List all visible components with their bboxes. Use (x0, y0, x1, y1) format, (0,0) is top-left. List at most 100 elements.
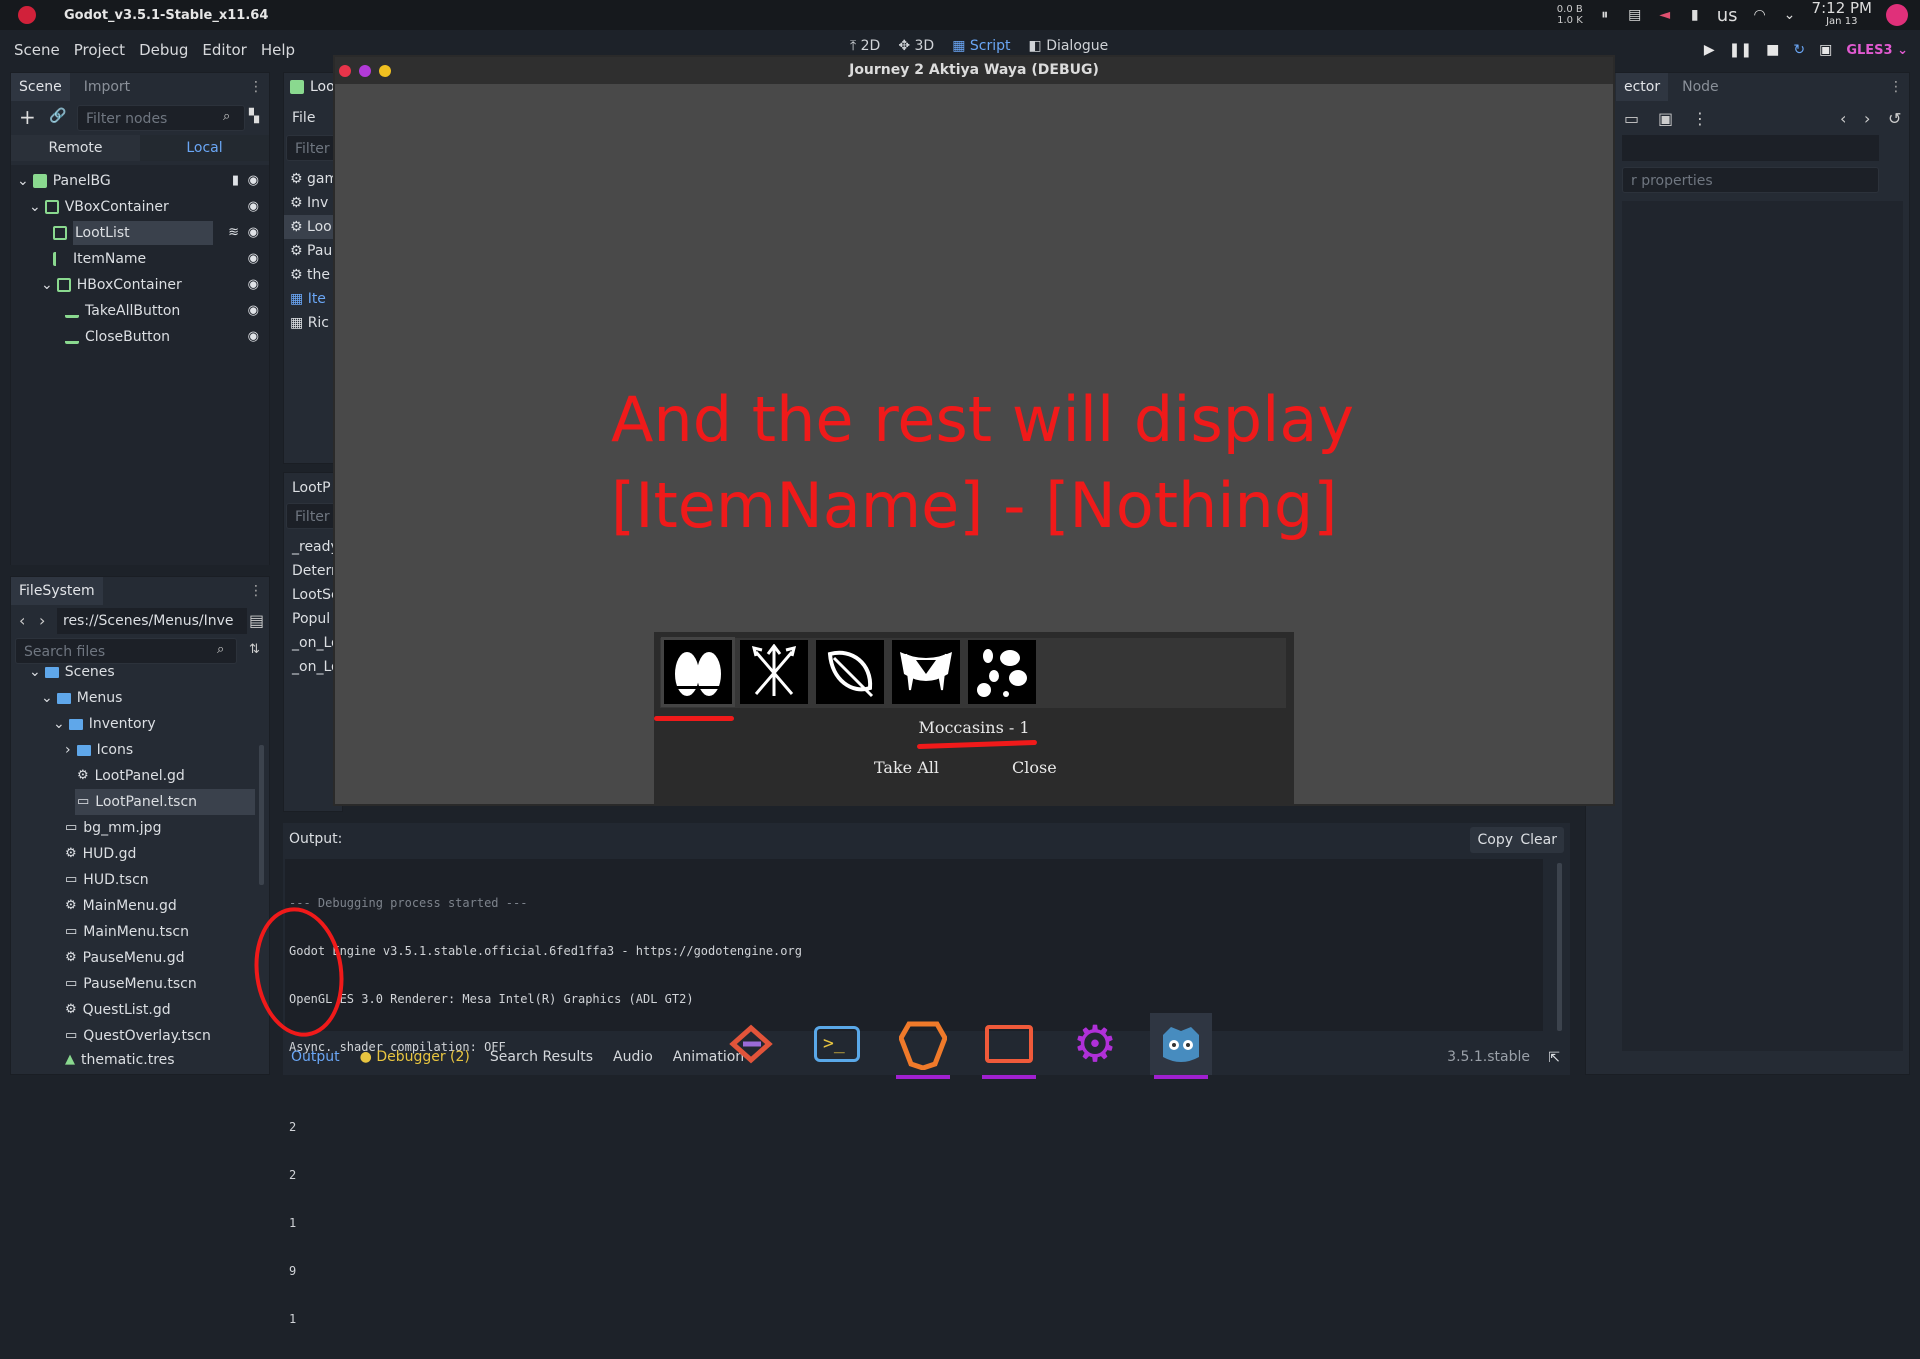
history-icon[interactable]: ↺ (1888, 109, 1901, 128)
tree-node-panelbg[interactable]: ⌄ PanelBG ▮ ◉ (11, 169, 269, 193)
dock-godot-icon[interactable] (1150, 1013, 1212, 1079)
menu-help[interactable]: Help (254, 41, 302, 59)
back-icon[interactable]: ‹ (19, 611, 25, 630)
clipboard-icon[interactable]: ▤ (1627, 7, 1643, 23)
split-view-icon[interactable]: ▤ (249, 611, 264, 630)
loot-slot-arrows[interactable] (740, 640, 808, 704)
tree-node-takeallbutton[interactable]: TakeAllButton ◉ (11, 299, 269, 323)
path-field[interactable]: res://Scenes/Menus/Inve (57, 608, 247, 634)
mode-dialogue[interactable]: ◧ Dialogue (1029, 38, 1109, 54)
back-icon[interactable]: ‹ (1840, 109, 1846, 128)
tree-node-hboxcontainer[interactable]: ⌄ HBoxContainer ◉ (11, 273, 269, 297)
tab-debugger[interactable]: ● Debugger (2) (360, 1049, 470, 1065)
visibility-eye-icon[interactable]: ◉ (248, 273, 259, 297)
file-questoverlay-tscn[interactable]: ▭ QuestOverlay.tscn (65, 1023, 211, 1049)
link-icon[interactable]: 🔗 (49, 108, 66, 124)
output-scrollbar[interactable] (1557, 863, 1562, 1031)
file-lootpanel-gd[interactable]: ⚙ LootPanel.gd (77, 763, 185, 789)
more-icon[interactable]: ⋮ (249, 79, 263, 95)
file-lootpanel-tscn[interactable]: ▭ LootPanel.tscn (75, 789, 255, 815)
file-mainmenu-tscn[interactable]: ▭ MainMenu.tscn (65, 919, 189, 945)
mode-script[interactable]: ▦ Script (952, 38, 1010, 54)
menu-debug[interactable]: Debug (132, 41, 195, 59)
script-icon[interactable]: ▮ (232, 169, 239, 193)
loot-slot-stones[interactable] (968, 640, 1036, 704)
close-button[interactable]: Close (1012, 758, 1057, 777)
file-mainmenu-gd[interactable]: ⚙ MainMenu.gd (65, 893, 177, 919)
tab-audio[interactable]: Audio (613, 1049, 653, 1065)
loot-slot-leaf[interactable] (816, 640, 884, 704)
folder-menus[interactable]: ⌄ Menus (41, 685, 122, 711)
object-path-field[interactable] (1622, 135, 1879, 161)
file-pausemenu-gd[interactable]: ⚙ PauseMenu.gd (65, 945, 185, 971)
maximize-window-button[interactable] (379, 65, 391, 77)
script-filter-input[interactable]: Filter (286, 135, 340, 161)
file-bg-mm-jpg[interactable]: ▭ bg_mm.jpg (65, 815, 161, 841)
chevron-down-icon[interactable]: ⌄ (1782, 7, 1798, 23)
tab-search-results[interactable]: Search Results (490, 1049, 593, 1065)
file-thematic-tres[interactable]: ▲ thematic.tres (65, 1047, 175, 1073)
script-add-icon[interactable]: ▚ (249, 109, 259, 124)
mode-3d[interactable]: ✥ 3D (898, 38, 934, 54)
mode-2d[interactable]: ⤒ 2D (850, 38, 880, 54)
file-pausemenu-tscn[interactable]: ▭ PauseMenu.tscn (65, 971, 197, 997)
folder-inventory[interactable]: ⌄ Inventory (53, 711, 156, 737)
movie-icon[interactable]: ▣ (1819, 42, 1832, 58)
menu-scene[interactable]: Scene (7, 41, 67, 59)
forward-icon[interactable]: › (1864, 109, 1870, 128)
open-icon[interactable]: ▭ (1624, 109, 1639, 128)
menu-project[interactable]: Project (67, 41, 132, 59)
visibility-eye-icon[interactable]: ◉ (248, 325, 259, 349)
add-node-icon[interactable]: + (19, 105, 36, 129)
more-icon[interactable]: ⋮ (249, 583, 263, 599)
visibility-eye-icon[interactable]: ◉ (248, 195, 259, 219)
file-hud-gd[interactable]: ⚙ HUD.gd (65, 841, 136, 867)
tree-node-vboxcontainer[interactable]: ⌄ VBoxContainer ◉ (11, 195, 269, 219)
tab-inspector[interactable]: ector (1616, 73, 1669, 101)
tree-node-lootlist[interactable]: LootList ≋ ◉ (11, 221, 269, 245)
visibility-eye-icon[interactable]: ◉ (248, 221, 259, 245)
scene-tab-label[interactable]: Loo (310, 79, 335, 95)
close-window-button[interactable] (339, 65, 351, 77)
play-icon[interactable]: ▶ (1704, 42, 1715, 58)
more-icon[interactable]: ⋮ (1889, 79, 1903, 95)
clear-button[interactable]: Clear (1513, 827, 1564, 853)
signal-icon[interactable]: ≋ (228, 221, 239, 245)
clock[interactable]: 7:12 PM Jan 13 (1812, 1, 1872, 28)
dock-settings-icon[interactable]: ⚙ (1064, 1013, 1126, 1075)
tab-import[interactable]: Import (76, 73, 138, 101)
folder-scenes[interactable]: ⌄ Scenes (29, 659, 115, 685)
battery-icon[interactable]: ▮ (1687, 7, 1703, 23)
volume-muted-icon[interactable]: ◄ (1657, 7, 1673, 23)
tab-output[interactable]: Output (291, 1049, 340, 1065)
tab-node[interactable]: Node (1674, 73, 1727, 101)
stop-icon[interactable]: ■ (1766, 42, 1779, 58)
loot-slot-fangs[interactable] (892, 640, 960, 704)
sort-icon[interactable]: ⇅ (249, 642, 260, 657)
dock-terminal-icon[interactable]: >_ (806, 1013, 868, 1075)
keyboard-layout[interactable]: us (1717, 5, 1738, 26)
more-icon[interactable]: ⋮ (1692, 109, 1708, 128)
loot-slot-moccasins[interactable] (661, 637, 735, 707)
tab-filesystem[interactable]: FileSystem (11, 577, 103, 605)
reload-icon[interactable]: ↻ (1793, 42, 1805, 58)
methods-filter-input[interactable]: Filter (286, 503, 340, 529)
tree-node-itemname[interactable]: ItemName ◉ (11, 247, 269, 271)
menu-editor[interactable]: Editor (195, 41, 253, 59)
renderer-select[interactable]: GLES3 ⌄ (1846, 43, 1908, 58)
scrollbar[interactable] (259, 745, 264, 885)
visibility-eye-icon[interactable]: ◉ (248, 169, 259, 193)
forward-icon[interactable]: › (39, 611, 45, 630)
dock-brave-icon[interactable] (892, 1013, 954, 1079)
dock-git-icon[interactable] (720, 1013, 782, 1075)
media-icon[interactable]: ⏸ (1597, 7, 1613, 23)
save-icon[interactable]: ▣ (1658, 109, 1673, 128)
dock-files-icon[interactable] (978, 1013, 1040, 1079)
visibility-eye-icon[interactable]: ◉ (248, 247, 259, 271)
filter-properties-input[interactable]: r properties (1622, 167, 1879, 193)
file-hud-tscn[interactable]: ▭ HUD.tscn (65, 867, 149, 893)
remote-tab[interactable]: Remote (11, 135, 140, 161)
expand-panel-icon[interactable]: ⇱ (1548, 1050, 1560, 1066)
minimize-window-button[interactable] (359, 65, 371, 77)
app-logo-icon[interactable] (18, 6, 36, 24)
